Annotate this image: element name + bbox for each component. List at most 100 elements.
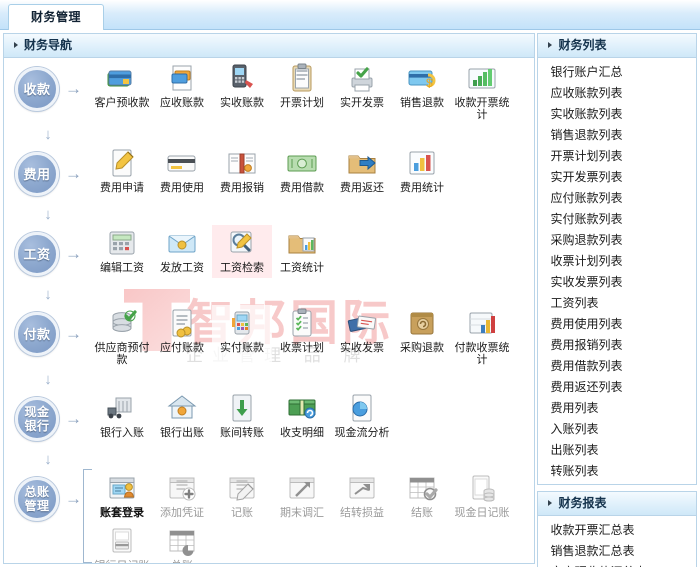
nav-item: 结账 — [392, 470, 452, 523]
arrow-down-icon: ↓ — [44, 285, 52, 303]
nav-item[interactable]: 实收账款 — [212, 60, 272, 125]
nav-item[interactable]: 费用统计 — [392, 145, 452, 198]
nav-item-label: 实开发票 — [340, 97, 384, 109]
financial-list-item[interactable]: 开票计划列表 — [538, 146, 696, 167]
arrow-down-icon: ↓ — [44, 450, 52, 468]
svg-text:$: $ — [426, 76, 433, 90]
nav-item[interactable]: 费用借款 — [272, 145, 332, 198]
nav-item-label: 工资统计 — [280, 262, 324, 274]
envelope-money-icon — [166, 227, 198, 259]
nav-item[interactable]: 应付账款 — [152, 305, 212, 370]
nav-item[interactable]: 费用报销 — [212, 145, 272, 198]
triangle-bullet-icon — [14, 42, 18, 48]
nav-group-circle[interactable]: 付款 — [15, 312, 59, 356]
nav-item-label: 添加凭证 — [160, 507, 204, 519]
nav-group-circle[interactable]: 工资 — [15, 232, 59, 276]
financial-list-item[interactable]: 费用列表 — [538, 398, 696, 419]
arrow-right-icon: → — [65, 409, 82, 428]
nav-group-circle-label: 付款 — [23, 326, 51, 342]
credit-cards-icon — [106, 62, 138, 94]
nav-item[interactable]: 现金流分析 — [332, 390, 392, 443]
financial-list-item[interactable]: 实付账款列表 — [538, 209, 696, 230]
nav-item[interactable]: 银行入账 — [92, 390, 152, 443]
nav-item[interactable]: 工资检索 — [212, 225, 272, 278]
nav-item[interactable]: 账套登录 — [92, 470, 152, 523]
financial-report-items: 收款开票汇总表销售退款汇总表客户预收款汇总表付款收票汇总表实开发票明细表采购退款… — [538, 516, 696, 567]
nav-group-circle-col: 工资 → — [4, 223, 92, 285]
nav-group-circle-label: 现金 — [24, 405, 50, 419]
nav-item-label: 期末调汇 — [280, 507, 324, 519]
nav-group-row: 总账 管理 → 账套登录 添加凭证 记账 期末调汇 结转损益 结账 现金日记账 — [4, 468, 534, 563]
financial-list-item[interactable]: 转账列表 — [538, 461, 696, 482]
nav-item[interactable]: 银行出账 — [152, 390, 212, 443]
tab-financial-management[interactable]: 财务管理 — [8, 4, 105, 30]
nav-item: 现金日记账 — [452, 470, 512, 523]
nav-group-circle-col: 费用 → — [4, 143, 92, 205]
nav-item[interactable]: 供应商预付款 — [92, 305, 152, 370]
financial-list-item[interactable]: 费用借款列表 — [538, 356, 696, 377]
financial-list-item[interactable]: 销售退款列表 — [538, 125, 696, 146]
nav-item[interactable]: 编辑工资 — [92, 225, 152, 278]
nav-item[interactable]: 实付账款 — [212, 305, 272, 370]
financial-list-item[interactable]: 收票计划列表 — [538, 251, 696, 272]
arrow-down-icon: ↓ — [44, 205, 52, 223]
nav-item[interactable]: 工资统计 — [272, 225, 332, 278]
exchange-adjust-icon — [286, 472, 318, 504]
financial-list-item[interactable]: 出账列表 — [538, 440, 696, 461]
financial-report-item[interactable]: 销售退款汇总表 — [538, 541, 696, 562]
list-panel-title: 财务列表 — [558, 38, 607, 52]
financial-report-item[interactable]: 客户预收款汇总表 — [538, 562, 696, 567]
financial-list-item[interactable]: 费用报销列表 — [538, 335, 696, 356]
nav-item[interactable]: 实开发票 — [332, 60, 392, 125]
arrow-down-icon: ↓ — [44, 125, 52, 143]
nav-item[interactable]: 发放工资 — [152, 225, 212, 278]
financial-navigation-panel: 财务导航 智邦国际 企业管理 品 牌 收款→ 客户预收款 应收账款 实收账款 — [3, 33, 536, 564]
nav-item-label: 结账 — [411, 507, 433, 519]
checklist-icon — [286, 307, 318, 339]
financial-report-item[interactable]: 收款开票汇总表 — [538, 520, 696, 541]
nav-item[interactable]: 费用返还 — [332, 145, 392, 198]
financial-list-item[interactable]: 实收账款列表 — [538, 104, 696, 125]
nav-group-items: 费用申请 费用使用 费用报销 费用借款 费用返还 费用统计 — [92, 143, 534, 198]
nav-item[interactable]: 应收账款 — [152, 60, 212, 125]
nav-item[interactable]: 收款开票统计 — [452, 60, 512, 125]
calculator-icon — [106, 227, 138, 259]
financial-list-item[interactable]: 费用返还列表 — [538, 377, 696, 398]
nav-group-circle[interactable]: 现金 银行 — [15, 397, 59, 441]
financial-list-item[interactable]: 应收账款列表 — [538, 83, 696, 104]
nav-item[interactable]: 开票计划 — [272, 60, 332, 125]
nav-group-circle[interactable]: 收款 — [15, 67, 59, 111]
nav-item[interactable]: 付款收票统计 — [452, 305, 512, 370]
nav-panel-title: 财务导航 — [24, 38, 73, 52]
refund-card-icon: $ — [406, 62, 438, 94]
bar-chart-icon — [466, 62, 498, 94]
nav-item-label: 费用统计 — [400, 182, 444, 194]
nav-item[interactable]: 收票计划 — [272, 305, 332, 370]
nav-group-circle[interactable]: 费用 — [15, 152, 59, 196]
nav-item[interactable]: 费用使用 — [152, 145, 212, 198]
financial-list-item[interactable]: 实开发票列表 — [538, 167, 696, 188]
nav-item[interactable]: 费用申请 — [92, 145, 152, 198]
right-column: 财务列表 银行账户汇总 应收账款列表 实收账款列表 销售退款列表 开票计划列表 实开发票列… — [537, 33, 697, 567]
nav-item[interactable]: 收支明细 — [272, 390, 332, 443]
pie-doc-icon — [346, 392, 378, 424]
financial-list-item[interactable]: 费用使用列表 — [538, 314, 696, 335]
financial-list-item[interactable]: 银行账户汇总 — [538, 62, 696, 83]
nav-item[interactable]: 客户预收款 — [92, 60, 152, 125]
bank-house-icon — [166, 392, 198, 424]
financial-list-item[interactable]: 实收发票列表 — [538, 272, 696, 293]
nav-item[interactable]: $ 销售退款 — [392, 60, 452, 125]
nav-item[interactable]: 实收发票 — [332, 305, 392, 370]
financial-list-item[interactable]: 应付账款列表 — [538, 188, 696, 209]
financial-list-item[interactable]: 工资列表 — [538, 293, 696, 314]
cash-journal-icon — [466, 472, 498, 504]
arrow-right-icon: → — [65, 79, 82, 98]
nav-item[interactable]: 采购退款 — [392, 305, 452, 370]
arrow-right-icon: → — [65, 489, 82, 508]
nav-item[interactable]: 账间转账 — [212, 390, 272, 443]
nav-group-circle[interactable]: 总账 管理 — [15, 477, 59, 521]
financial-list-item[interactable]: 采购退款列表 — [538, 230, 696, 251]
financial-list-item[interactable]: 入账列表 — [538, 419, 696, 440]
nav-group-circle-label: 收款 — [23, 81, 51, 97]
receivable-card-icon — [166, 62, 198, 94]
